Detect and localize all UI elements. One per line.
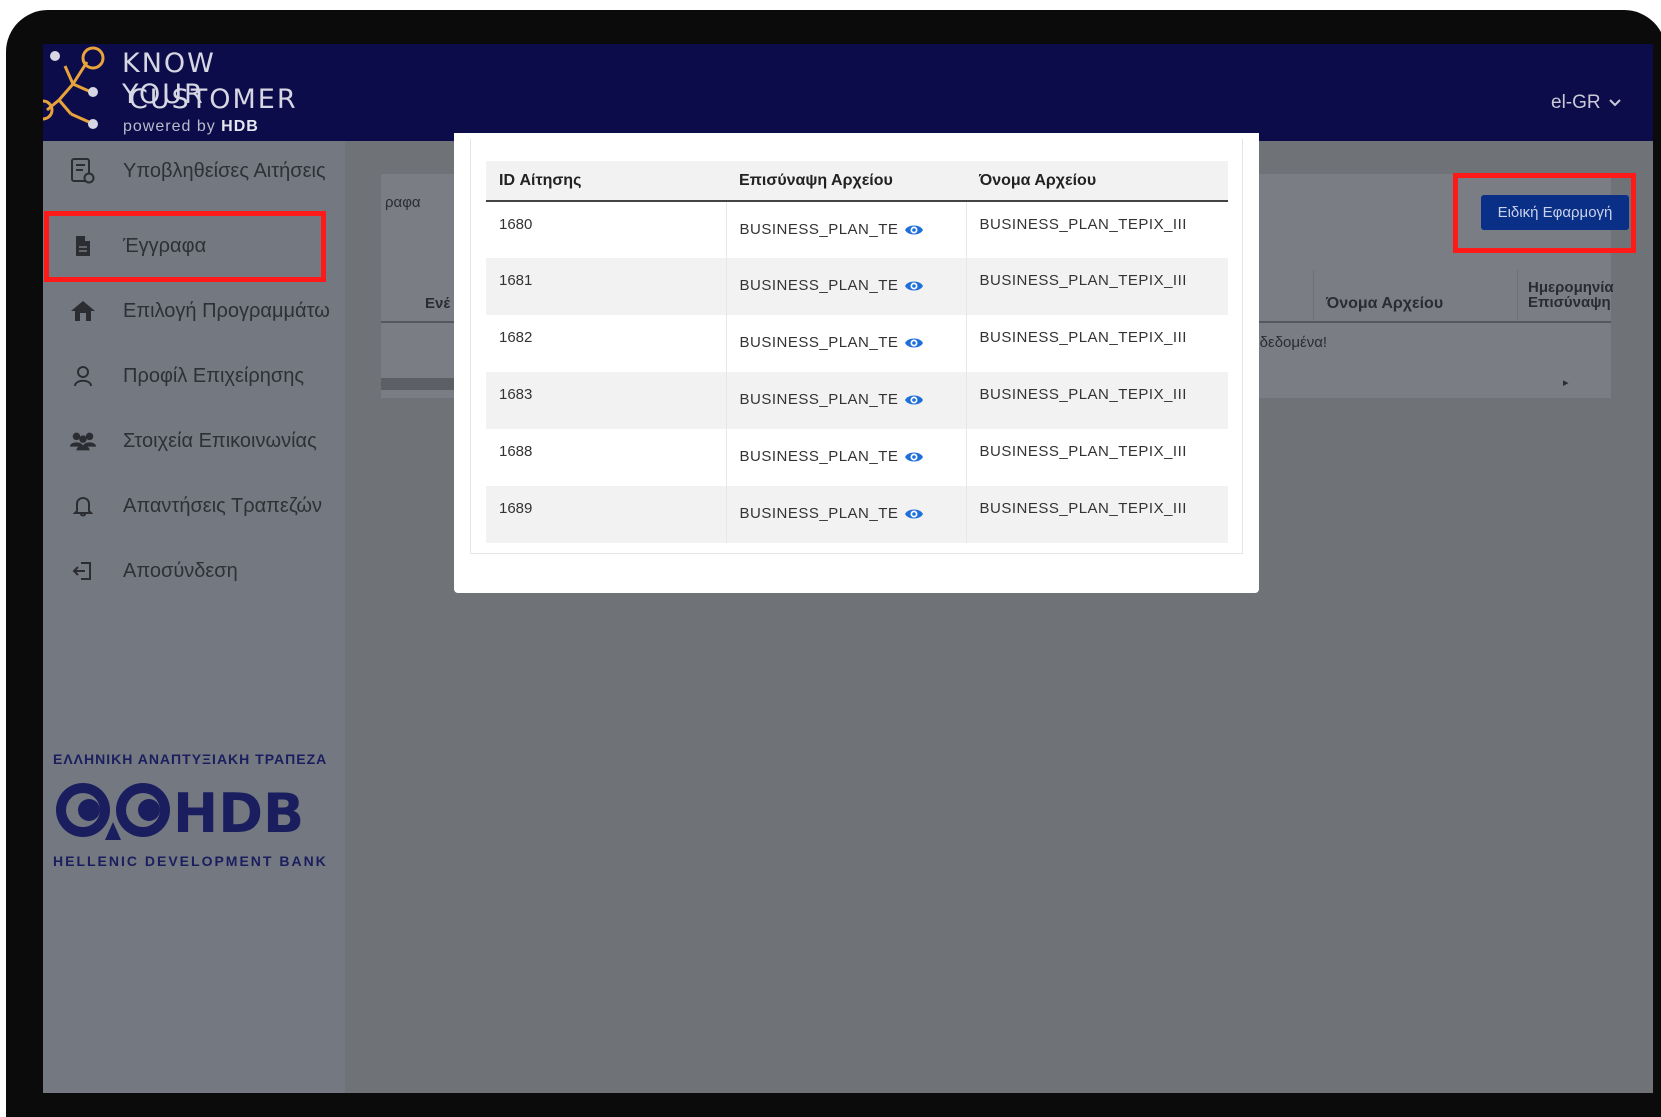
- table-row: 1681 BUSINESS_PLAN_TEPIX_III BUSINESS_PL…: [486, 258, 1228, 315]
- attachment-name: BUSINESS_PLAN_TEPIX_III: [739, 334, 898, 351]
- hdb-logo-text: HDB: [173, 782, 304, 845]
- scroll-right-arrow-icon[interactable]: ▸: [1563, 376, 1569, 389]
- attachment-name: BUSINESS_PLAN_TEPIX_III: [739, 448, 898, 465]
- logo-powered-by: powered by HDB: [123, 118, 259, 136]
- breadcrumb: ραφα: [385, 194, 421, 211]
- sidebar-item-label: Προφίλ Επιχείρησης: [123, 364, 304, 387]
- device-frame: KNOW YOUR CUSTOMER powered by HDB el-GR …: [0, 0, 1661, 1117]
- attachment-cell: BUSINESS_PLAN_TEPIX_III: [726, 429, 967, 486]
- documents-modal: ID Αίτησης Επισύναψη Αρχείου Όνομα Αρχεί…: [454, 133, 1259, 593]
- sidebar-item-bank-responses[interactable]: Απαντήσεις Τραπεζών: [43, 476, 345, 536]
- eye-icon[interactable]: [904, 223, 924, 237]
- table-header-row: ID Αίτησης Επισύναψη Αρχείου Όνομα Αρχεί…: [486, 161, 1228, 202]
- eye-icon[interactable]: [904, 336, 924, 350]
- sidebar: Υποβληθείσες Αιτήσεις Έγγραφα Επιλογή Πρ…: [43, 141, 345, 1093]
- logo-powered-text: powered by: [123, 118, 216, 135]
- bank-subtitle: HELLENIC DEVELOPMENT BANK: [53, 853, 328, 869]
- language-selector[interactable]: el-GR: [1551, 92, 1621, 114]
- group-icon: [69, 427, 97, 455]
- column-application-id[interactable]: ID Αίτησης: [486, 161, 726, 202]
- horizontal-scrollbar[interactable]: [381, 378, 461, 390]
- file-name-text: BUSINESS_PLAN_TEPIX_III: [979, 386, 1187, 403]
- attachment-cell: BUSINESS_PLAN_TEPIX_III: [726, 258, 967, 315]
- attachment-cell: BUSINESS_PLAN_TEPIX_III: [726, 315, 967, 372]
- file-name-text: BUSINESS_PLAN_TEPIX_III: [979, 272, 1187, 289]
- application-id: 1682: [486, 315, 727, 372]
- sidebar-item-business-profile[interactable]: Προφίλ Επιχείρησης: [43, 346, 345, 406]
- eye-icon[interactable]: [904, 393, 924, 407]
- app-screen: KNOW YOUR CUSTOMER powered by HDB el-GR …: [43, 44, 1653, 1093]
- kyc-logo[interactable]: KNOW YOUR CUSTOMER powered by HDB: [43, 44, 303, 141]
- table-header-partial: Ενέ: [425, 295, 451, 312]
- column-divider: [1313, 270, 1314, 320]
- hdb-logo: HDB: [56, 782, 304, 845]
- modal-body: ID Αίτησης Επισύναψη Αρχείου Όνομα Αρχεί…: [470, 139, 1243, 554]
- file-name: BUSINESS_PLAN_TEPIX_III: [966, 486, 1228, 543]
- table-row: 1689 BUSINESS_PLAN_TEPIX_III BUSINESS_PL…: [486, 486, 1228, 543]
- table-header-date-line1: Ημερομηνία: [1528, 279, 1614, 296]
- application-id: 1681: [486, 258, 727, 315]
- application-id: 1689: [486, 486, 727, 543]
- table-header-date-line2: Επισύναψη: [1528, 294, 1611, 311]
- sidebar-item-label: Επιλογή Προγραμμάτω: [123, 299, 330, 322]
- home-icon: [69, 297, 97, 325]
- file-name-text: BUSINESS_PLAN_TEPIX_III: [979, 443, 1187, 460]
- application-id: 1688: [486, 429, 727, 486]
- attachment-cell: BUSINESS_PLAN_TEPIX_III: [726, 372, 967, 429]
- logo-title-line2: CUSTOMER: [129, 84, 298, 115]
- column-file-name[interactable]: Όνομα Αρχείου: [966, 161, 1228, 202]
- sidebar-item-label: Στοιχεία Επικοινωνίας: [123, 429, 317, 452]
- bank-title: ΕΛΛΗΝΙΚΗ ΑΝΑΠΤΥΞΙΑΚΗ ΤΡΑΠΕΖΑ: [53, 751, 328, 767]
- attachment-name: BUSINESS_PLAN_TEPIX_III: [739, 221, 898, 238]
- bell-icon: [69, 492, 97, 520]
- column-attachment[interactable]: Επισύναψη Αρχείου: [726, 161, 966, 202]
- application-id: 1680: [486, 201, 727, 258]
- language-label: el-GR: [1551, 92, 1601, 113]
- attachment-name: BUSINESS_PLAN_TEPIX_III: [739, 505, 898, 522]
- file-name-text: BUSINESS_PLAN_TEPIX_III: [979, 216, 1187, 233]
- highlight-box-special-button: [1453, 173, 1636, 253]
- file-name-text: BUSINESS_PLAN_TEPIX_III: [979, 329, 1187, 346]
- file-name: BUSINESS_PLAN_TEPIX_III: [966, 429, 1228, 486]
- application-id: 1683: [486, 372, 727, 429]
- chevron-down-icon: [1608, 99, 1621, 107]
- table-row: 1680 BUSINESS_PLAN_TEPIX_III BUSINESS_PL…: [486, 201, 1228, 258]
- attachment-name: BUSINESS_PLAN_TEPIX_III: [739, 277, 898, 294]
- table-row: 1682 BUSINESS_PLAN_TEPIX_III BUSINESS_PL…: [486, 315, 1228, 372]
- no-data-message: ν δεδομένα!: [1248, 334, 1328, 351]
- sidebar-item-label: Αποσύνδεση: [123, 559, 238, 582]
- file-name-text: BUSINESS_PLAN_TEPIX_III: [979, 500, 1187, 517]
- eye-icon[interactable]: [904, 507, 924, 521]
- attachment-cell: BUSINESS_PLAN_TEPIX_III: [726, 486, 967, 543]
- top-header: KNOW YOUR CUSTOMER powered by HDB el-GR: [43, 44, 1653, 141]
- sidebar-item-program-selection[interactable]: Επιλογή Προγραμμάτω: [43, 281, 345, 341]
- sidebar-item-contact-details[interactable]: Στοιχεία Επικοινωνίας: [43, 411, 345, 471]
- sidebar-item-logout[interactable]: Αποσύνδεση: [43, 541, 345, 601]
- file-name: BUSINESS_PLAN_TEPIX_III: [966, 258, 1228, 315]
- table-header-attach-date: Ημερομηνία Επισύναψη: [1528, 280, 1614, 310]
- document-list-icon: [69, 157, 97, 185]
- highlight-box-documents: [44, 211, 326, 282]
- table-row: 1683 BUSINESS_PLAN_TEPIX_III BUSINESS_PL…: [486, 372, 1228, 429]
- file-name: BUSINESS_PLAN_TEPIX_III: [966, 201, 1228, 258]
- file-name: BUSINESS_PLAN_TEPIX_III: [966, 315, 1228, 372]
- user-icon: [69, 362, 97, 390]
- logo-brand-text: HDB: [221, 118, 259, 135]
- attachment-name: BUSINESS_PLAN_TEPIX_III: [739, 391, 898, 408]
- files-table: ID Αίτησης Επισύναψη Αρχείου Όνομα Αρχεί…: [486, 161, 1228, 543]
- sidebar-item-submitted-applications[interactable]: Υποβληθείσες Αιτήσεις: [43, 141, 345, 201]
- attachment-cell: BUSINESS_PLAN_TEPIX_III: [726, 201, 967, 258]
- table-row: 1688 BUSINESS_PLAN_TEPIX_III BUSINESS_PL…: [486, 429, 1228, 486]
- table-header-file-name: Όνομα Αρχείου: [1326, 295, 1444, 312]
- eye-icon[interactable]: [904, 450, 924, 464]
- column-divider: [1517, 270, 1518, 320]
- file-name: BUSINESS_PLAN_TEPIX_III: [966, 372, 1228, 429]
- logout-icon: [69, 557, 97, 585]
- sidebar-item-label: Απαντήσεις Τραπεζών: [123, 494, 322, 517]
- eye-icon[interactable]: [904, 279, 924, 293]
- sidebar-item-label: Υποβληθείσες Αιτήσεις: [123, 159, 326, 182]
- molecule-logo-icon: [43, 46, 105, 129]
